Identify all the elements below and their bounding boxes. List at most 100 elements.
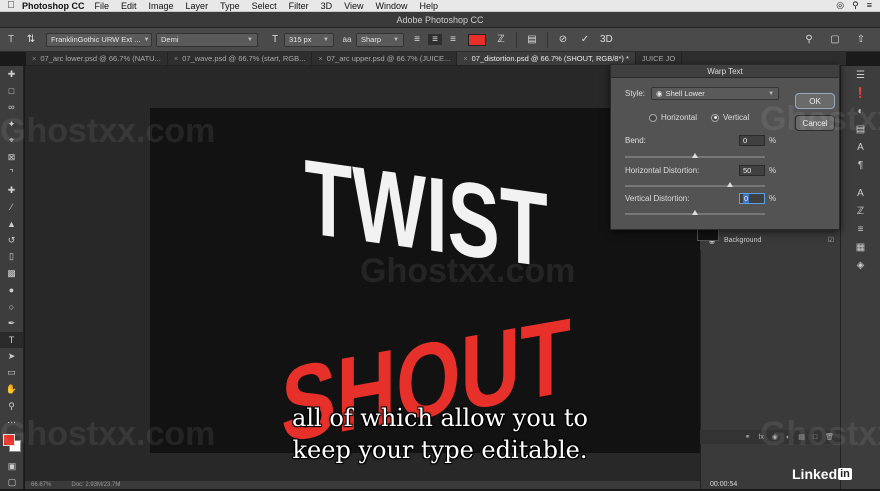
menu-help[interactable]: Help (419, 1, 438, 11)
menu-type[interactable]: Type (220, 1, 240, 11)
vdist-slider[interactable] (625, 210, 765, 215)
type-tool-icon[interactable]: T (0, 331, 23, 349)
layer-row-background[interactable]: ◉ Background ☑ (697, 227, 840, 250)
link-layers-icon[interactable]: ⚭ (745, 433, 751, 441)
optbar-right: ⚲ ▢ ⇧ (800, 34, 880, 45)
3d-button[interactable]: 3D (600, 34, 613, 45)
subtitle-line-2: keep your type editable. (292, 436, 588, 464)
workspace-icon[interactable]: ▢ (828, 34, 842, 45)
align-right-icon[interactable]: ≡ (446, 34, 460, 45)
menu-edit[interactable]: Edit (121, 1, 137, 11)
menu-view[interactable]: View (344, 1, 363, 11)
mac-menubar:  Photoshop CC File Edit Image Layer Typ… (0, 0, 880, 12)
marquee-tool-icon[interactable]: □ (0, 83, 23, 100)
style-select[interactable]: ◉ Shell Lower ▼ (651, 87, 780, 100)
slider-handle[interactable] (692, 153, 698, 158)
character-icon[interactable]: A (841, 138, 880, 156)
path-select-tool-icon[interactable]: ➤ (0, 348, 23, 365)
menu-select[interactable]: Select (252, 1, 277, 11)
menu-layer[interactable]: Layer (186, 1, 209, 11)
style-row: Style: ◉ Shell Lower ▼ (625, 87, 780, 100)
menu-3d[interactable]: 3D (321, 1, 333, 11)
font-size-select[interactable]: 315 px ▼ (284, 32, 334, 47)
screen-mode-icon[interactable]: ▢ (0, 474, 24, 491)
horizontal-radio[interactable] (649, 113, 657, 122)
shape-tool-icon[interactable]: ▭ (0, 365, 23, 382)
tab-arc-upper[interactable]: × 07_arc upper.psd @ 66.7% (JUICE... (312, 52, 458, 65)
close-icon[interactable]: × (32, 54, 36, 63)
hdist-slider[interactable] (625, 182, 765, 187)
search-icon[interactable]: ⚲ (802, 34, 816, 45)
char-styles-icon[interactable]: ℤ (841, 202, 880, 220)
align-left-icon[interactable]: ≡ (410, 34, 424, 45)
blur-tool-icon[interactable]: ● (0, 282, 23, 299)
share-icon[interactable]: ⇧ (854, 34, 868, 45)
para-styles-icon[interactable]: ≡ (841, 220, 880, 238)
doc-size-readout: Doc: 2.93M/23.7M (71, 482, 121, 488)
antialias-icon: aa (342, 35, 352, 44)
quick-mask-icon[interactable]: ▣ (0, 458, 24, 475)
antialias-select[interactable]: Sharp ▼ (356, 32, 404, 47)
layers-icon[interactable]: ☰ (841, 66, 880, 84)
dodge-tool-icon[interactable]: ○ (0, 298, 23, 315)
toggle-orientation-icon[interactable]: ⇅ (24, 34, 38, 45)
watermark: Ghostxx.com (0, 112, 216, 150)
style-label: Style: (625, 89, 646, 98)
glyphs-icon[interactable]: A (841, 184, 880, 202)
font-family-select[interactable]: FranklinGothic URW Ext ... ▼ (46, 32, 152, 47)
cancel-icon[interactable]: ⊘ (556, 34, 570, 45)
eyedropper-tool-icon[interactable]: ⌝ (0, 166, 23, 183)
align-center-icon[interactable]: ≡ (428, 34, 442, 45)
healing-tool-icon[interactable]: ✚ (0, 182, 23, 199)
creative-cloud-icon[interactable]: ◎ (836, 0, 844, 11)
vertical-radio[interactable] (711, 113, 720, 122)
paragraph-icon[interactable]: ¶ (841, 156, 880, 174)
frame-tool-icon[interactable]: ⊠ (0, 149, 23, 166)
close-icon[interactable]: × (463, 54, 467, 63)
menu-filter[interactable]: Filter (289, 1, 309, 11)
warp-text-dialog: Warp Text Style: ◉ Shell Lower ▼ Horizont… (610, 64, 840, 230)
menu-window[interactable]: Window (375, 1, 407, 11)
commit-icon[interactable]: ✓ (578, 34, 592, 45)
options-bar: T ⇅ FranklinGothic URW Ext ... ▼ Demi ▼ T … (0, 28, 880, 52)
apple-icon[interactable]:  (0, 0, 22, 11)
vdist-input[interactable]: 0 (739, 193, 765, 204)
close-icon[interactable]: × (174, 54, 178, 63)
slider-handle[interactable] (692, 210, 698, 215)
divider (547, 31, 548, 48)
watermark: Ghostxx.com (760, 415, 880, 453)
eraser-tool-icon[interactable]: ▯ (0, 249, 23, 266)
type-tool-icon[interactable]: T (0, 34, 22, 45)
bend-slider[interactable] (625, 153, 765, 158)
move-tool-icon[interactable]: ✚ (0, 66, 23, 83)
warp-style-icon: ◉ (656, 89, 663, 98)
history-brush-icon[interactable]: ↺ (0, 232, 23, 249)
text-color-swatch[interactable] (468, 33, 486, 46)
gradient-tool-icon[interactable]: ▩ (0, 265, 23, 282)
stamp-tool-icon[interactable]: ▲ (0, 215, 23, 232)
bend-label: Bend: (625, 136, 646, 145)
zoom-tool-icon[interactable]: ⚲ (0, 398, 23, 415)
menu-file[interactable]: File (95, 1, 110, 11)
vdist-label: Vertical Distortion: (625, 194, 690, 203)
brush-tool-icon[interactable]: ⁄ (0, 199, 23, 216)
character-panel-icon[interactable]: ▤ (525, 34, 539, 45)
tab-wave[interactable]: × 07_wave.psd @ 66.7% (start, RGB... (168, 52, 313, 65)
hand-tool-icon[interactable]: ✋ (0, 381, 23, 398)
font-style-select[interactable]: Demi ▼ (156, 32, 258, 47)
tab-arc-lower[interactable]: × 07_arc lower.psd @ 66.7% (NATU... (26, 52, 168, 65)
zoom-readout[interactable]: 66.67% (31, 482, 51, 488)
spotlight-icon[interactable]: ⚲ (852, 0, 859, 11)
brush-settings-icon[interactable]: ◈ (841, 256, 880, 274)
menu-image[interactable]: Image (149, 1, 174, 11)
swatches-icon[interactable]: ▦ (841, 238, 880, 256)
pen-tool-icon[interactable]: ✒ (0, 315, 23, 332)
slider-handle[interactable] (727, 182, 733, 187)
timecode: 00:00:54 (710, 481, 738, 488)
menu-list-icon[interactable]: ≡ (867, 0, 872, 11)
close-icon[interactable]: × (318, 54, 322, 63)
menu-app[interactable]: Photoshop CC (22, 1, 85, 11)
hdist-label: Horizontal Distortion: (625, 166, 700, 175)
hdist-input[interactable]: 50 (739, 165, 765, 176)
warp-text-icon[interactable]: ℤ (494, 34, 508, 45)
